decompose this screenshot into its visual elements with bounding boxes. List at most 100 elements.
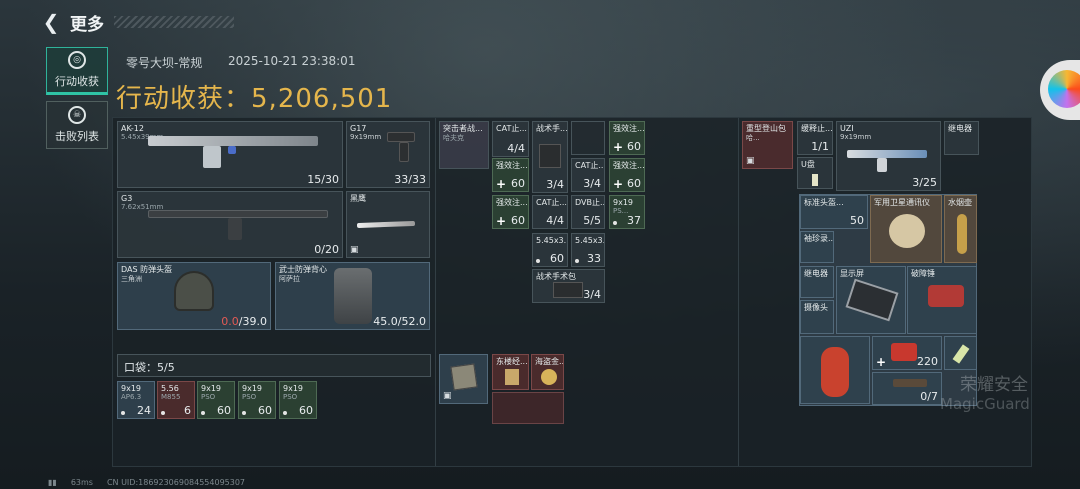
tab-operation-gains-label: 行动收获	[55, 75, 99, 88]
pocket-item-5-count: 60	[299, 404, 313, 417]
ammo-dot-icon	[613, 221, 617, 225]
case-image	[450, 363, 478, 391]
chest-item-count: 4/4	[507, 142, 525, 155]
bag-item-pirate-gold[interactable]: 海盗金...	[531, 354, 564, 390]
chest-item-stim-1[interactable]: 强效注... + 60	[609, 121, 645, 155]
bp-item-helmet[interactable]: 标准头盔... 50	[800, 195, 868, 229]
bp-item-injector[interactable]	[944, 336, 977, 370]
pocket-item-2[interactable]: 5.56 M855 6	[157, 381, 195, 419]
helmet-slot[interactable]: DAS 防弹头盔 三角洲 0.0/39.0	[117, 262, 271, 330]
chest-item-cat-2[interactable]: CAT止... 3/4	[571, 158, 605, 192]
chest-item-surgery-kit-1[interactable]: 战术手... 3/4	[532, 121, 568, 193]
backpack-sub: 哈...	[746, 134, 760, 142]
tab-operation-gains[interactable]: ◎ 行动收获	[46, 47, 108, 95]
title-stripes	[114, 16, 234, 28]
bp-item-gas-tank[interactable]	[800, 336, 870, 404]
chest-item-name: DVB止...	[575, 198, 605, 207]
g17-image	[387, 132, 415, 142]
chest-item-count: 60	[511, 177, 525, 190]
watermark-en: MagicGuard	[940, 395, 1030, 413]
bp-item-count: 1/1	[811, 140, 829, 153]
chest-item-stim-3[interactable]: 强效注... + 60	[609, 158, 645, 192]
chest-item-count: 3/4	[583, 177, 601, 190]
bp-item-relay-1[interactable]: 继电器	[944, 121, 979, 155]
skull-icon: ☠	[68, 106, 86, 124]
chest-item-stim-2[interactable]: 强效注... + 60	[492, 158, 529, 192]
ping: 63ms	[70, 478, 93, 487]
chest-item-stim-4[interactable]: 强效注... + 60	[492, 195, 529, 229]
chest-item-name: 5.45x3...	[536, 236, 568, 245]
bp-item-recorder[interactable]: 袖珍录...	[800, 231, 834, 263]
page-title: 更多	[70, 14, 104, 35]
chest-item-name: 5.45x3...	[575, 236, 605, 245]
secure-case-slot[interactable]: ▣	[439, 354, 488, 404]
pocket-item-1[interactable]: 9x19 AP6.3 24	[117, 381, 155, 419]
pocket-item-4[interactable]: 9x19 PSO 60	[238, 381, 276, 419]
watermark-cn: 荣耀安全	[960, 375, 1028, 395]
plus-icon: +	[496, 177, 507, 191]
uzi-ammo: 3/25	[912, 176, 937, 189]
chest-item-count: 33	[587, 252, 601, 265]
pocket-header: 口袋：5/5	[117, 354, 431, 377]
helmet-dur-max: /39.0	[238, 315, 267, 328]
weapon-g3[interactable]: G3 7.62x51mm 0/20	[117, 191, 343, 258]
chest-item-9x19[interactable]: 9x19 PS... 37	[609, 195, 645, 229]
bp-item-satcom[interactable]: 军用卫星通讯仪	[870, 195, 942, 263]
tab-kill-list[interactable]: ☠ 击败列表	[46, 101, 108, 149]
injector-image	[952, 344, 970, 364]
chest-item-count: 3/4	[583, 288, 601, 301]
pocket-item-3[interactable]: 9x19 PSO 60	[197, 381, 235, 419]
bp-item-breaching-hammer[interactable]: 破障锤	[907, 266, 977, 334]
chest-item-cat-1[interactable]: CAT止... 4/4	[492, 121, 529, 157]
bp-item-name: 继电器	[804, 269, 828, 278]
bp-item-medkit[interactable]: + 220	[872, 336, 942, 370]
backpack-slot[interactable]: 重型登山包 哈... ▣	[742, 121, 793, 169]
ammo-dot-icon	[242, 411, 246, 415]
bp-item-name: 摄像头	[804, 303, 828, 312]
slot-icon: ▣	[443, 391, 452, 401]
chest-rig-slot[interactable]: 突击者战... 哈夫克	[439, 121, 489, 169]
plus-icon: +	[496, 214, 507, 228]
vest-sub: 阿萨拉	[279, 275, 300, 283]
chest-empty-slot[interactable]	[571, 121, 605, 155]
bp-item-display[interactable]: 显示屏	[836, 266, 906, 334]
ammo-dot-icon	[536, 259, 540, 263]
bp-item-slow-release[interactable]: 缓释止... 1/1	[797, 121, 833, 155]
pistol-image	[893, 379, 927, 387]
chest-item-cat-3[interactable]: CAT止... 4/4	[532, 195, 568, 229]
bp-item-usb[interactable]: U盘	[797, 157, 833, 189]
bp-item-camera[interactable]: 摄像头	[800, 300, 834, 334]
melee-heiying[interactable]: 黑鹰 ▣	[346, 191, 430, 258]
chest-item-545-1[interactable]: 5.45x3... 60	[532, 233, 568, 267]
chest-item-dvb[interactable]: DVB止... 5/5	[571, 195, 605, 229]
bp-item-hookah[interactable]: 水烟壶	[944, 195, 977, 263]
vest-slot[interactable]: 武士防弹背心 阿萨拉 45.0/52.0	[275, 262, 430, 330]
chest-item-name: CAT止...	[496, 124, 527, 133]
satcom-image	[889, 214, 925, 248]
footer: ▮▮ 63ms CN UID:18692306908455409530​7	[48, 478, 245, 487]
bp-weapon-uzi[interactable]: UZI 9x19mm 3/25	[836, 121, 941, 191]
back-arrow-icon[interactable]: ❮	[40, 10, 62, 34]
chest-item-surgery-kit-2[interactable]: 战术手术包 3/4	[532, 269, 605, 303]
weapon-g17[interactable]: G17 9x19mm 33/33	[346, 121, 430, 188]
chest-item-name: 强效注...	[613, 124, 645, 133]
bp-item-name: U盘	[801, 160, 815, 169]
map-name: 零号大坝-常规	[126, 56, 203, 70]
divider-1	[435, 118, 436, 466]
chest-item-name: 强效注...	[496, 161, 528, 170]
helmet-image	[174, 271, 214, 311]
chest-item-count: 37	[627, 214, 641, 227]
uzi-image	[847, 150, 927, 158]
battery-icon: ▮▮	[48, 478, 57, 487]
uzi-caliber: 9x19mm	[840, 133, 872, 141]
weapon-ak12[interactable]: AK-12 5.45x39mm 15/30	[117, 121, 343, 188]
bp-item-pistol[interactable]: 0/7	[872, 372, 942, 405]
pocket-item-5[interactable]: 9x19 PSO 60	[279, 381, 317, 419]
bag-empty-area[interactable]	[492, 392, 564, 424]
hammer-image	[928, 285, 964, 307]
ammo-dot-icon	[161, 411, 165, 415]
bag-item-east-building[interactable]: 东楼经...	[492, 354, 529, 390]
chest-item-545-2[interactable]: 5.45x3... 33	[571, 233, 605, 267]
kit-image	[539, 144, 561, 168]
bp-item-relay-2[interactable]: 继电器	[800, 266, 834, 298]
